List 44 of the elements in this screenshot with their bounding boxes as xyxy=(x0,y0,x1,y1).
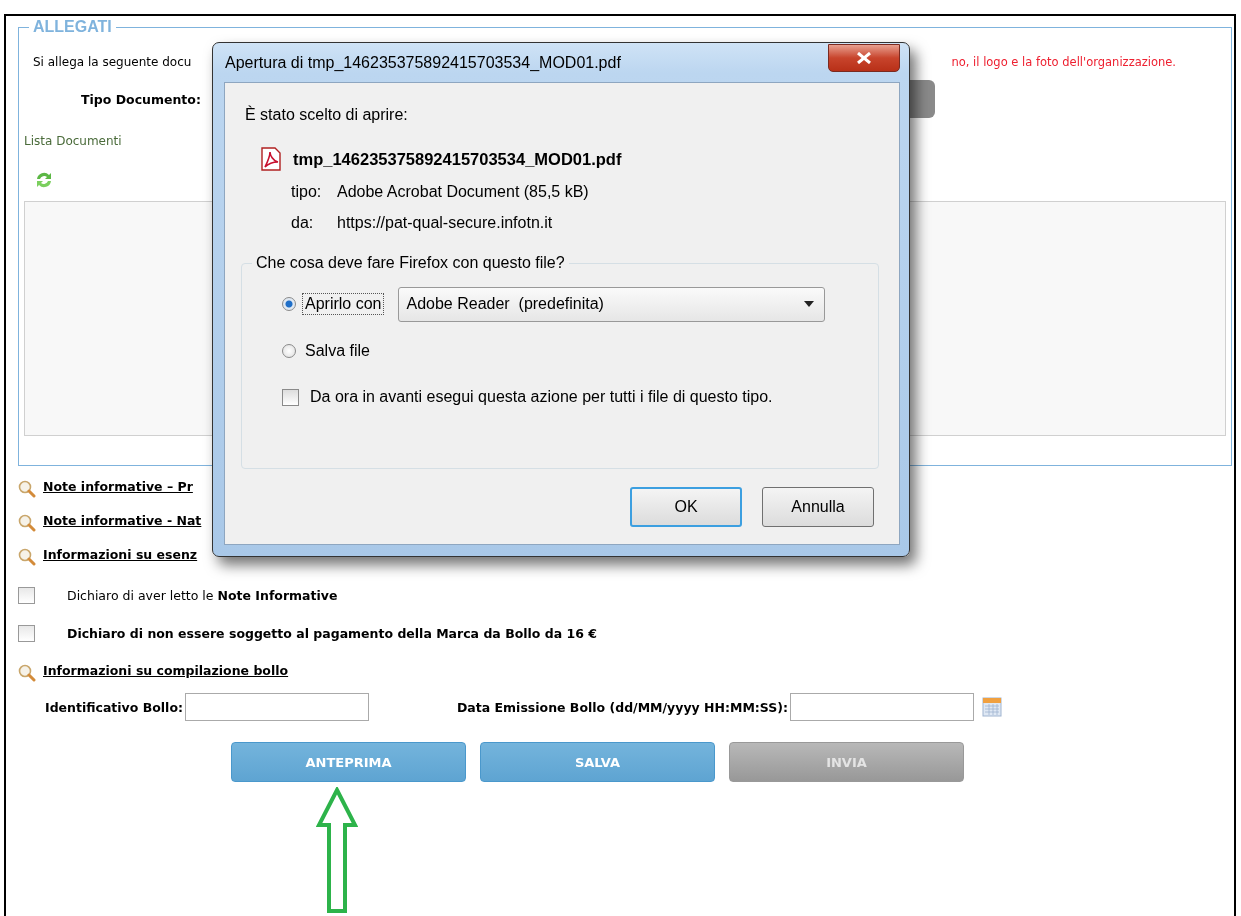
pdf-icon xyxy=(260,147,282,171)
dialog-intro: È stato scelto di aprire: xyxy=(245,106,409,125)
detail-value: Adobe Acrobat Document (85,5 kB) xyxy=(337,183,589,201)
document-list-label: Lista Documenti xyxy=(23,133,123,150)
declaration-text: Dichiaro di non essere soggetto al pagamento della Marca da Bollo da 16 € xyxy=(67,625,597,641)
dropdown-caret-icon xyxy=(804,301,815,307)
calendar-icon[interactable] xyxy=(982,697,1002,717)
section-title: ALLEGATI xyxy=(32,18,113,36)
dialog-button[interactable]: OK xyxy=(630,487,742,527)
document-type-label: Tipo Documento: xyxy=(81,91,201,107)
application-dropdown[interactable]: Adobe Reader (predefinita) xyxy=(398,286,826,322)
info-link[interactable]: Informazioni su esenz xyxy=(43,546,198,562)
intro-text: Si allega la seguente docu xyxy=(33,55,192,69)
field-label: Data Emissione Bollo (dd/MM/yyyy HH:MM:SS): xyxy=(456,699,788,715)
info-link[interactable]: Note informative – Pr xyxy=(43,478,193,494)
close-icon xyxy=(856,52,872,64)
dialog-title: Apertura di tmp_146235375892415703534_MOD01.pdf xyxy=(225,53,621,72)
group-title: Che cosa deve fare Firefox con questo file? xyxy=(255,254,566,272)
checkbox[interactable] xyxy=(282,388,299,406)
declaration-text: Dichiaro di aver letto le Note Informative xyxy=(67,587,338,603)
close-button[interactable] xyxy=(828,44,900,72)
remember-label[interactable]: Da ora in avanti esegui questa azione per tutti i file di questo tipo. xyxy=(310,388,773,406)
info-link[interactable]: Informazioni su compilazione bollo xyxy=(43,662,289,678)
magnifier-icon xyxy=(18,480,36,498)
detail-label: tipo: xyxy=(291,183,323,201)
refresh-icon[interactable] xyxy=(34,170,54,190)
input-field[interactable] xyxy=(184,693,369,721)
radio-button[interactable] xyxy=(282,344,296,358)
checkbox[interactable] xyxy=(18,624,35,642)
radio-button[interactable] xyxy=(282,297,296,311)
option-label[interactable]: Salva file xyxy=(302,340,373,362)
info-link[interactable]: Note informative - Nat xyxy=(43,512,202,528)
field-label: Identificativo Bollo: xyxy=(45,699,183,715)
file-name: tmp_146235375892415703534_MOD01.pdf xyxy=(293,149,622,169)
notice-text: no, il logo e la foto dell'organizzazione. xyxy=(951,55,1176,69)
magnifier-icon xyxy=(18,664,36,682)
detail-label: da: xyxy=(291,214,315,232)
option-label[interactable]: Aprirlo con xyxy=(302,293,385,315)
magnifier-icon xyxy=(18,514,36,532)
magnifier-icon xyxy=(18,548,36,566)
detail-value: https://pat-qual-secure.infotn.it xyxy=(337,214,553,232)
checkbox[interactable] xyxy=(18,586,35,604)
date-field[interactable] xyxy=(790,693,974,721)
dialog-button[interactable]: Annulla xyxy=(762,487,874,527)
